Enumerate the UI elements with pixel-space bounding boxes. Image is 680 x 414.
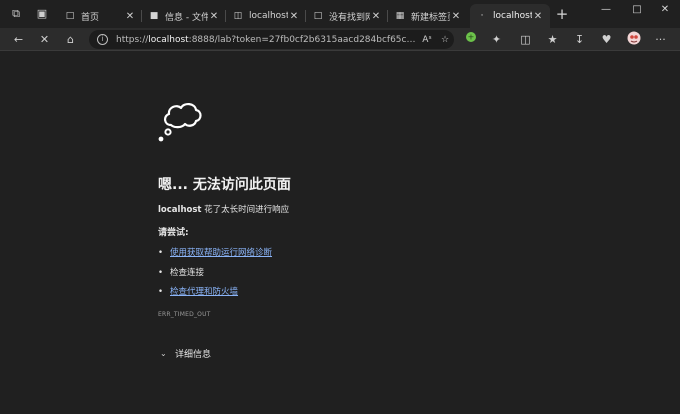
extension-green-icon[interactable]: + [462, 31, 479, 48]
check-connection-text: 检查连接 [170, 268, 205, 278]
new-tab-button[interactable]: + [553, 5, 571, 23]
back-arrow-icon[interactable]: ← [10, 31, 27, 48]
address-bar[interactable]: i https://localhost:8888/lab?token=27fb0… [89, 30, 454, 49]
error-page: 嗯... 无法访问此页面 localhost 花了太长时间进行响应 请尝试: •… [0, 52, 680, 414]
folder-icon: ■ [149, 11, 159, 21]
extensions-puzzle-icon[interactable]: ✦ [488, 31, 505, 48]
navigation-toolbar: ← ✕ ⌂ i https://localhost:8888/lab?token… [0, 28, 680, 51]
split-screen-icon[interactable]: ◫ [517, 31, 534, 48]
list-item: • 检查连接 [158, 268, 205, 278]
tab-localhost-active[interactable]: · localhost ✕ [470, 4, 550, 28]
error-description: localhost 花了太长时间进行响应 [158, 205, 290, 215]
tab-home[interactable]: □ 首页 ✕ [58, 4, 142, 28]
read-aloud-icon[interactable]: Aˢ [418, 35, 436, 45]
error-code: ERR_TIMED_OUT [158, 311, 211, 318]
chevron-down-icon: ⌄ [160, 349, 167, 358]
tab-localhost-1[interactable]: ◫ localhost ✕ [226, 4, 306, 28]
more-menu-icon[interactable]: ··· [652, 31, 669, 48]
download-icon[interactable]: ↧ [571, 31, 588, 48]
page-title: 嗯... 无法访问此页面 [158, 177, 291, 193]
maximize-icon[interactable]: □ [622, 2, 652, 18]
url-text[interactable]: https://localhost:8888/lab?token=27fb0cf… [116, 35, 418, 45]
svg-text:+: + [467, 33, 474, 42]
details-toggle-button[interactable]: ⌄ 详细信息 [160, 347, 211, 360]
close-window-icon[interactable]: ✕ [650, 2, 680, 18]
page-icon: ◫ [233, 11, 243, 21]
loading-icon: · [480, 11, 484, 21]
close-icon[interactable]: ✕ [208, 11, 220, 22]
page-icon: □ [313, 11, 323, 21]
thought-cloud-icon [158, 103, 202, 142]
profile-avatar-icon[interactable] [625, 31, 642, 48]
document-icon: □ [65, 11, 75, 21]
tab-new-tab[interactable]: ▦ 新建标签页 ✕ [388, 4, 468, 28]
details-label: 详细信息 [175, 350, 212, 360]
favorites-icon[interactable]: ★ [544, 31, 561, 48]
try-heading: 请尝试: [158, 228, 189, 238]
favorite-star-icon[interactable]: ☆ [436, 35, 454, 45]
info-icon[interactable]: i [97, 34, 108, 45]
network-diagnostics-link[interactable]: 使用获取帮助运行网络诊断 [170, 248, 272, 258]
tab-strip: ⧉ ▣ □ 首页 ✕ ■ 信息 - 文件 - ✕ ◫ localhost ✕ □… [0, 0, 680, 28]
close-icon[interactable]: ✕ [370, 11, 382, 22]
newtab-page-icon: ▦ [395, 11, 405, 21]
tab-files[interactable]: ■ 信息 - 文件 - ✕ [142, 4, 226, 28]
close-icon[interactable]: ✕ [532, 11, 544, 22]
close-icon[interactable]: ✕ [124, 11, 136, 22]
tab-actions-icon[interactable]: ▣ [34, 6, 50, 22]
home-icon[interactable]: ⌂ [62, 31, 79, 48]
stop-loading-icon[interactable]: ✕ [36, 31, 53, 48]
list-item: • 使用获取帮助运行网络诊断 [158, 248, 273, 258]
tab-site-not-found[interactable]: □ 没有找到网站 ✕ [306, 4, 388, 28]
browser-essentials-icon[interactable]: ♥ [598, 31, 615, 48]
list-item: • 检查代理和防火墙 [158, 287, 239, 297]
close-icon[interactable]: ✕ [288, 11, 300, 22]
check-proxy-firewall-link[interactable]: 检查代理和防火墙 [170, 287, 238, 297]
workspaces-icon[interactable]: ⧉ [8, 6, 24, 22]
close-icon[interactable]: ✕ [450, 11, 462, 22]
minimize-icon[interactable]: — [591, 2, 621, 18]
